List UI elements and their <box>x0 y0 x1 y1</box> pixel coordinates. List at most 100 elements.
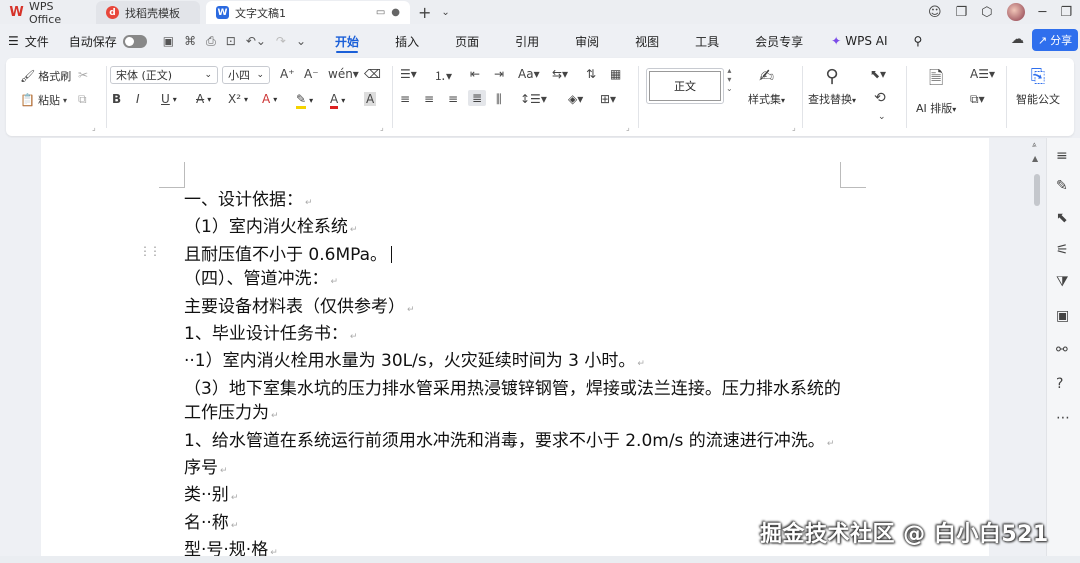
underline-icon[interactable]: U ▾ <box>161 92 177 106</box>
tab-wps-ai[interactable]: ✦ WPS AI <box>820 26 898 56</box>
clipboard-dialog-launcher[interactable]: ⌟ <box>92 123 96 132</box>
tab-home[interactable]: 开始 <box>324 26 370 56</box>
numbered-list-icon[interactable]: ⒈▾ <box>434 67 452 84</box>
highlight-icon[interactable]: ✎ ▾ <box>296 92 313 109</box>
document-body[interactable]: 一、设计依据： ↵ （1）室内消火栓系统 ↵ 且耐压值不小于 0.6MPa。 （四）… <box>184 188 844 556</box>
paragraph[interactable]: 1、给水管道在系统运行前须用水冲洗和消毒，要求不小于 2.0m/s 的流速进行冲… <box>184 429 844 456</box>
find-replace-button[interactable]: ⚲ 查找替换▾ <box>808 66 856 107</box>
tab-wps-office[interactable]: W WPS Office <box>0 0 96 26</box>
distributed-icon[interactable]: ⫼ <box>496 92 502 107</box>
sidebar-pen-icon[interactable]: ✎ <box>1056 178 1068 194</box>
sidebar-settings-icon[interactable]: ≡ <box>1056 148 1068 164</box>
shrink-font-icon[interactable]: A⁻ <box>304 67 319 81</box>
conversion-icon[interactable]: ⟲ <box>874 90 886 106</box>
decrease-indent-icon[interactable]: ⇤ <box>470 67 480 81</box>
paragraph-dialog-launcher[interactable]: ⌟ <box>626 123 630 132</box>
minimize-icon[interactable]: ─ <box>1039 5 1047 20</box>
show-marks-icon[interactable]: ▦ <box>610 67 621 81</box>
font-color-icon[interactable]: A ▾ <box>330 92 345 109</box>
grow-font-icon[interactable]: A⁺ <box>280 67 295 81</box>
tab-insert[interactable]: 插入 <box>384 26 430 56</box>
avatar[interactable] <box>1006 3 1025 21</box>
scrollbar-thumb[interactable] <box>1034 174 1040 206</box>
select-cursor-icon[interactable]: ⬉▾ <box>870 67 886 81</box>
char-shading-icon[interactable]: A <box>364 92 377 106</box>
paste-button[interactable]: 📋 粘贴 ▾ <box>20 92 67 108</box>
cut-icon[interactable]: ✂ <box>78 68 88 82</box>
superscript-icon[interactable]: X² ▾ <box>228 92 248 106</box>
file-menu[interactable]: 文件 <box>25 33 49 50</box>
autosave-toggle[interactable] <box>122 34 147 48</box>
save-icon[interactable]: ▣ <box>163 34 174 49</box>
share-button[interactable]: ↗ 分享 <box>1032 29 1078 51</box>
hamburger-icon[interactable]: ☰ <box>8 34 19 48</box>
skin-icon[interactable]: ☺ <box>928 5 942 20</box>
paragraph[interactable]: 1、毕业设计任务书： ↵ <box>184 322 844 349</box>
paragraph[interactable]: （四）、管道冲洗： ↵ <box>184 267 844 294</box>
tab-template-store[interactable]: d 找稻壳模板 <box>96 1 200 24</box>
add-tab-button[interactable]: + <box>418 3 431 22</box>
paragraph[interactable]: ··1）室内消火栓用水量为 30L/s，火灾延续时间为 3 小时。 ↵ <box>184 349 844 376</box>
font-name-select[interactable]: 宋体 (正文) ⌄ <box>110 66 218 84</box>
unsaved-dot-icon[interactable]: ● <box>391 7 400 18</box>
phonetic-icon[interactable]: wén▾ <box>328 67 359 81</box>
clear-format-icon[interactable]: ⌫ <box>364 67 381 81</box>
ai-layout-button[interactable]: 🗎 AI 排版▾ <box>916 66 956 116</box>
smart-doc-button[interactable]: ⎘ 智能公文 <box>1016 66 1060 107</box>
format-painter-button[interactable]: 🖌 格式刷 <box>20 68 71 84</box>
print-icon[interactable]: ⎙ <box>206 34 216 49</box>
sort-icon[interactable]: ⇅ <box>586 67 596 81</box>
tab-references[interactable]: 引用 <box>504 26 550 56</box>
line-spacing-icon[interactable]: ↕☰▾ <box>520 92 547 106</box>
style-scroll[interactable]: ▴ ▾ ⌄ <box>726 66 733 93</box>
text-tool-icon[interactable]: A☰▾ <box>970 67 995 81</box>
cube-icon[interactable]: ⬡ <box>981 5 992 20</box>
tab-review[interactable]: 审阅 <box>564 26 610 56</box>
sidebar-image-icon[interactable]: ▣ <box>1056 308 1069 324</box>
share-link-icon[interactable]: ⌘ <box>184 34 196 49</box>
scroll-top-icon[interactable]: ⩓ <box>1032 140 1037 150</box>
document-area[interactable]: ⋮⋮ 一、设计依据： ↵ （1）室内消火栓系统 ↵ 且耐压值不小于 0.6MPa。 … <box>0 138 1030 556</box>
paragraph[interactable]: 类··别 ↵ <box>184 483 844 510</box>
paragraph[interactable]: 且耐压值不小于 0.6MPa。 <box>184 243 844 267</box>
sidebar-more-icon[interactable]: ⋯ <box>1056 410 1070 426</box>
paragraph[interactable]: （3）地下室集水坑的压力排水管采用热浸镀锌钢管，焊接或法兰连接。压力排水系统的工… <box>184 377 844 429</box>
restore-icon[interactable]: ❐ <box>1060 5 1072 20</box>
tab-page[interactable]: 页面 <box>444 26 490 56</box>
sidebar-select-icon[interactable]: ⬉ <box>1056 210 1068 226</box>
paragraph[interactable]: （1）室内消火栓系统 ↵ <box>184 215 844 242</box>
undo-icon[interactable]: ↶⌄ <box>246 34 266 49</box>
bold-icon[interactable]: B <box>112 92 121 106</box>
redo-icon[interactable]: ↷ <box>276 34 286 49</box>
document-page[interactable]: ⋮⋮ 一、设计依据： ↵ （1）室内消火栓系统 ↵ 且耐压值不小于 0.6MPa。 … <box>41 138 989 556</box>
paragraph[interactable]: 序号 ↵ <box>184 456 844 483</box>
style-set-button[interactable]: ✍ 样式集▾ <box>748 66 785 107</box>
tab-document[interactable]: W 文字文稿1 ▭ ● <box>206 1 410 24</box>
font-dialog-launcher[interactable]: ⌟ <box>380 123 384 132</box>
borders-icon[interactable]: ⊞▾ <box>600 92 616 106</box>
vertical-scrollbar[interactable]: ⩓ ▲ <box>1030 138 1044 556</box>
scroll-up-icon[interactable]: ▲ <box>1032 154 1038 163</box>
window-switch-icon[interactable]: ❐ <box>956 5 968 20</box>
styles-dialog-launcher[interactable]: ⌟ <box>792 123 796 132</box>
sidebar-adjust-icon[interactable]: ⚟ <box>1056 242 1069 258</box>
search-icon[interactable]: ⚲ <box>903 26 934 56</box>
justify-icon[interactable]: ≣ <box>468 90 487 106</box>
align-right-icon[interactable]: ≡ <box>448 92 458 106</box>
case-change-icon[interactable]: Aa▾ <box>518 67 540 81</box>
sidebar-filter-icon[interactable]: ⧩ <box>1056 274 1069 290</box>
align-left-icon[interactable]: ≡ <box>400 92 410 106</box>
sidebar-help-icon[interactable]: ? <box>1056 376 1063 392</box>
align-center-icon[interactable]: ≡ <box>424 92 434 106</box>
shading-icon[interactable]: ◈▾ <box>568 92 583 106</box>
cloud-sync-icon[interactable]: ☁ <box>1011 32 1024 47</box>
paragraph[interactable]: 名··称 ↵ <box>184 511 844 538</box>
style-normal[interactable]: 正文 <box>646 68 724 104</box>
paragraph[interactable]: 一、设计依据： ↵ <box>184 188 844 215</box>
tab-member[interactable]: 会员专享 <box>744 26 814 56</box>
strikethrough-icon[interactable]: A ▾ <box>196 92 211 106</box>
paragraph[interactable]: 型·号·规·格 ↵ <box>184 538 844 556</box>
text-direction-icon[interactable]: ⇆▾ <box>552 67 568 81</box>
monitor-icon[interactable]: ▭ <box>376 7 385 18</box>
shapes-icon[interactable]: ⧉▾ <box>970 92 985 107</box>
